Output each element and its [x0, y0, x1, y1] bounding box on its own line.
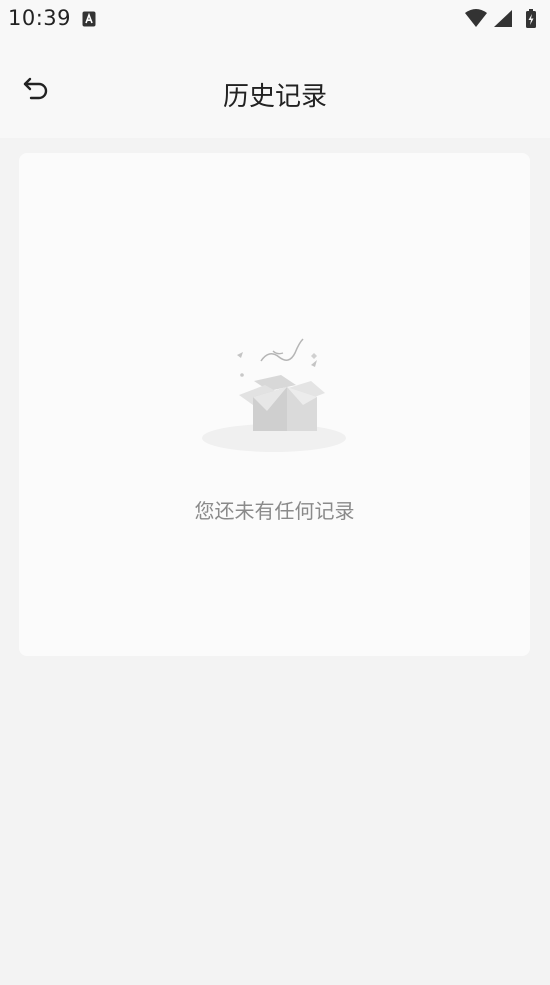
empty-box-icon	[199, 327, 349, 457]
battery-charging-icon	[526, 9, 536, 28]
empty-state-message: 您还未有任何记录	[194, 499, 355, 523]
status-time: 10:39	[8, 6, 72, 30]
status-icons	[464, 8, 542, 30]
empty-state-card: 您还未有任何记录	[19, 153, 530, 656]
app-notification-icon	[82, 11, 96, 31]
cellular-signal-icon	[494, 10, 512, 27]
header: 历史记录	[0, 40, 550, 138]
wifi-icon	[465, 9, 487, 27]
page-title: 历史记录	[222, 82, 327, 112]
status-bar: 10:39	[0, 0, 550, 40]
